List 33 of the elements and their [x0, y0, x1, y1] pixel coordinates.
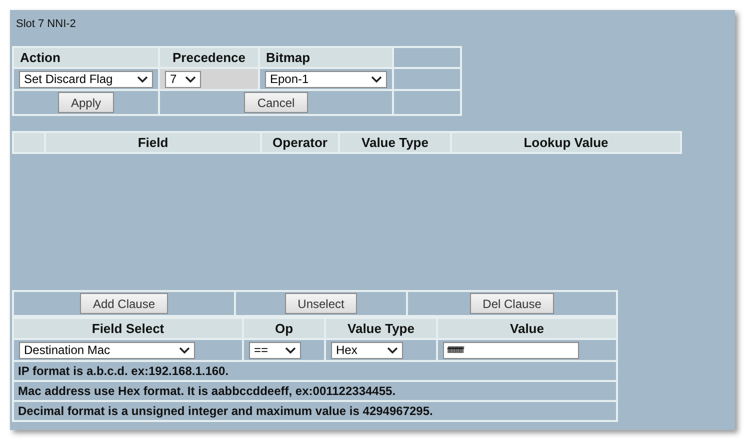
dropdown[interactable]: Epon-1: [265, 70, 387, 88]
dropdown[interactable]: Hex: [331, 342, 403, 358]
apply-button[interactable]: Apply: [58, 92, 114, 113]
delete-clause-button[interactable]: Del Clause: [470, 293, 554, 314]
column-header: Value Type: [339, 132, 451, 153]
help-text: Decimal format is a unsigned integer and maximum value is 4294967295.: [13, 401, 617, 421]
column-header: Precedence: [159, 47, 259, 68]
add-clause-button[interactable]: Add Clause: [80, 293, 168, 314]
caret-icon: [185, 76, 196, 82]
help-text: IP format is a.b.c.d. ex:192.168.1.160.: [13, 361, 617, 381]
value-field[interactable]: ffffffffffff: [443, 342, 579, 358]
dropdown[interactable]: 7: [165, 70, 201, 88]
page-title: Slot 7 NNI-2: [16, 18, 77, 30]
column-header: Lookup Value: [451, 132, 681, 153]
column-header: Bitmap: [259, 47, 393, 68]
caret-icon: [285, 346, 296, 354]
dropdown[interactable]: Set Discard Flag: [19, 70, 153, 88]
unselect-button[interactable]: Unselect: [284, 293, 358, 314]
cancel-button[interactable]: Cancel: [244, 92, 308, 113]
column-header: Op: [243, 318, 325, 339]
caret-icon: [137, 76, 148, 82]
dropdown[interactable]: ==: [249, 342, 301, 358]
help-text: Mac address use Hex format. It is aabbccddeeff, ex:001122334455.: [13, 381, 617, 401]
column-header: Field Select: [13, 318, 243, 339]
column-header: Field: [45, 132, 261, 153]
caret-icon: [371, 76, 382, 82]
column-header: Value Type: [325, 318, 437, 339]
caret-icon: [387, 346, 398, 354]
dropdown[interactable]: Destination Mac: [19, 342, 195, 358]
caret-icon: [179, 346, 190, 354]
column-header: Action: [13, 47, 159, 68]
column-header: Operator: [261, 132, 339, 153]
column-header: Value: [437, 318, 617, 339]
